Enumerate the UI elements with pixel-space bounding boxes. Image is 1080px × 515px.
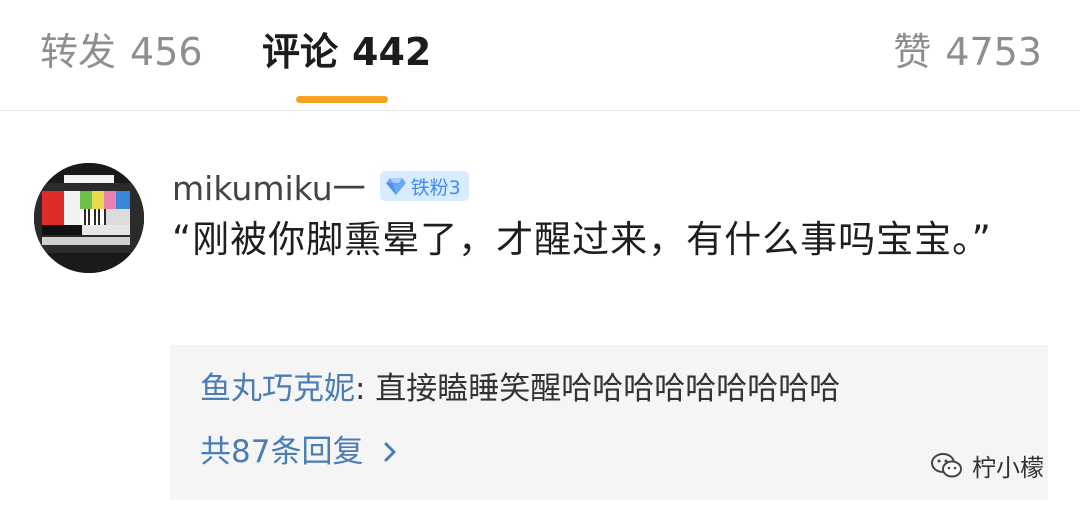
watermark-text: 柠小檬 [972,454,1044,482]
avatar[interactable] [34,163,144,273]
username[interactable]: mikumiku一 [172,162,366,210]
avatar-image [34,163,144,273]
wechat-icon [931,452,962,477]
diamond-icon [385,178,406,195]
tab-likes-label: 赞 [893,30,932,74]
comment-body: “刚被你脚熏晕了，才醒过来，有什么事吗宝宝。” [172,218,992,261]
tab-likes-count: 4753 [945,30,1042,74]
view-replies-link[interactable]: 共87条回复 [200,430,403,474]
tab-comments-label: 评论 [262,30,339,74]
badge-label: 铁粉3 [410,176,461,199]
tab-repost[interactable]: 转发 456 [40,28,203,76]
tab-comments-count: 442 [352,30,432,74]
reply-author[interactable]: 鱼丸巧克妮 [200,371,355,407]
comment-header: mikumiku一 铁粉3 [172,164,469,208]
reply-text: : 直接瞌睡笑醒哈哈哈哈哈哈哈哈哈 [355,371,841,407]
tab-repost-count: 456 [130,30,203,74]
reply-line: 鱼丸巧克妮: 直接瞌睡笑醒哈哈哈哈哈哈哈哈哈 [200,367,840,411]
chevron-right-icon [384,442,396,462]
watermark: 柠小檬 [930,448,1044,483]
tab-likes[interactable]: 赞 4753 [893,28,1042,76]
reply-preview[interactable]: 鱼丸巧克妮: 直接瞌睡笑醒哈哈哈哈哈哈哈哈哈 共87条回复 [170,345,1048,500]
active-tab-indicator [296,96,388,103]
tab-repost-label: 转发 [40,30,117,74]
tab-bar: 转发 456 评论 442 赞 4753 [0,0,1080,111]
fan-badge[interactable]: 铁粉3 [379,171,469,201]
reply-total: 共87条回复 [200,434,364,470]
tab-comments[interactable]: 评论 442 [262,28,431,76]
